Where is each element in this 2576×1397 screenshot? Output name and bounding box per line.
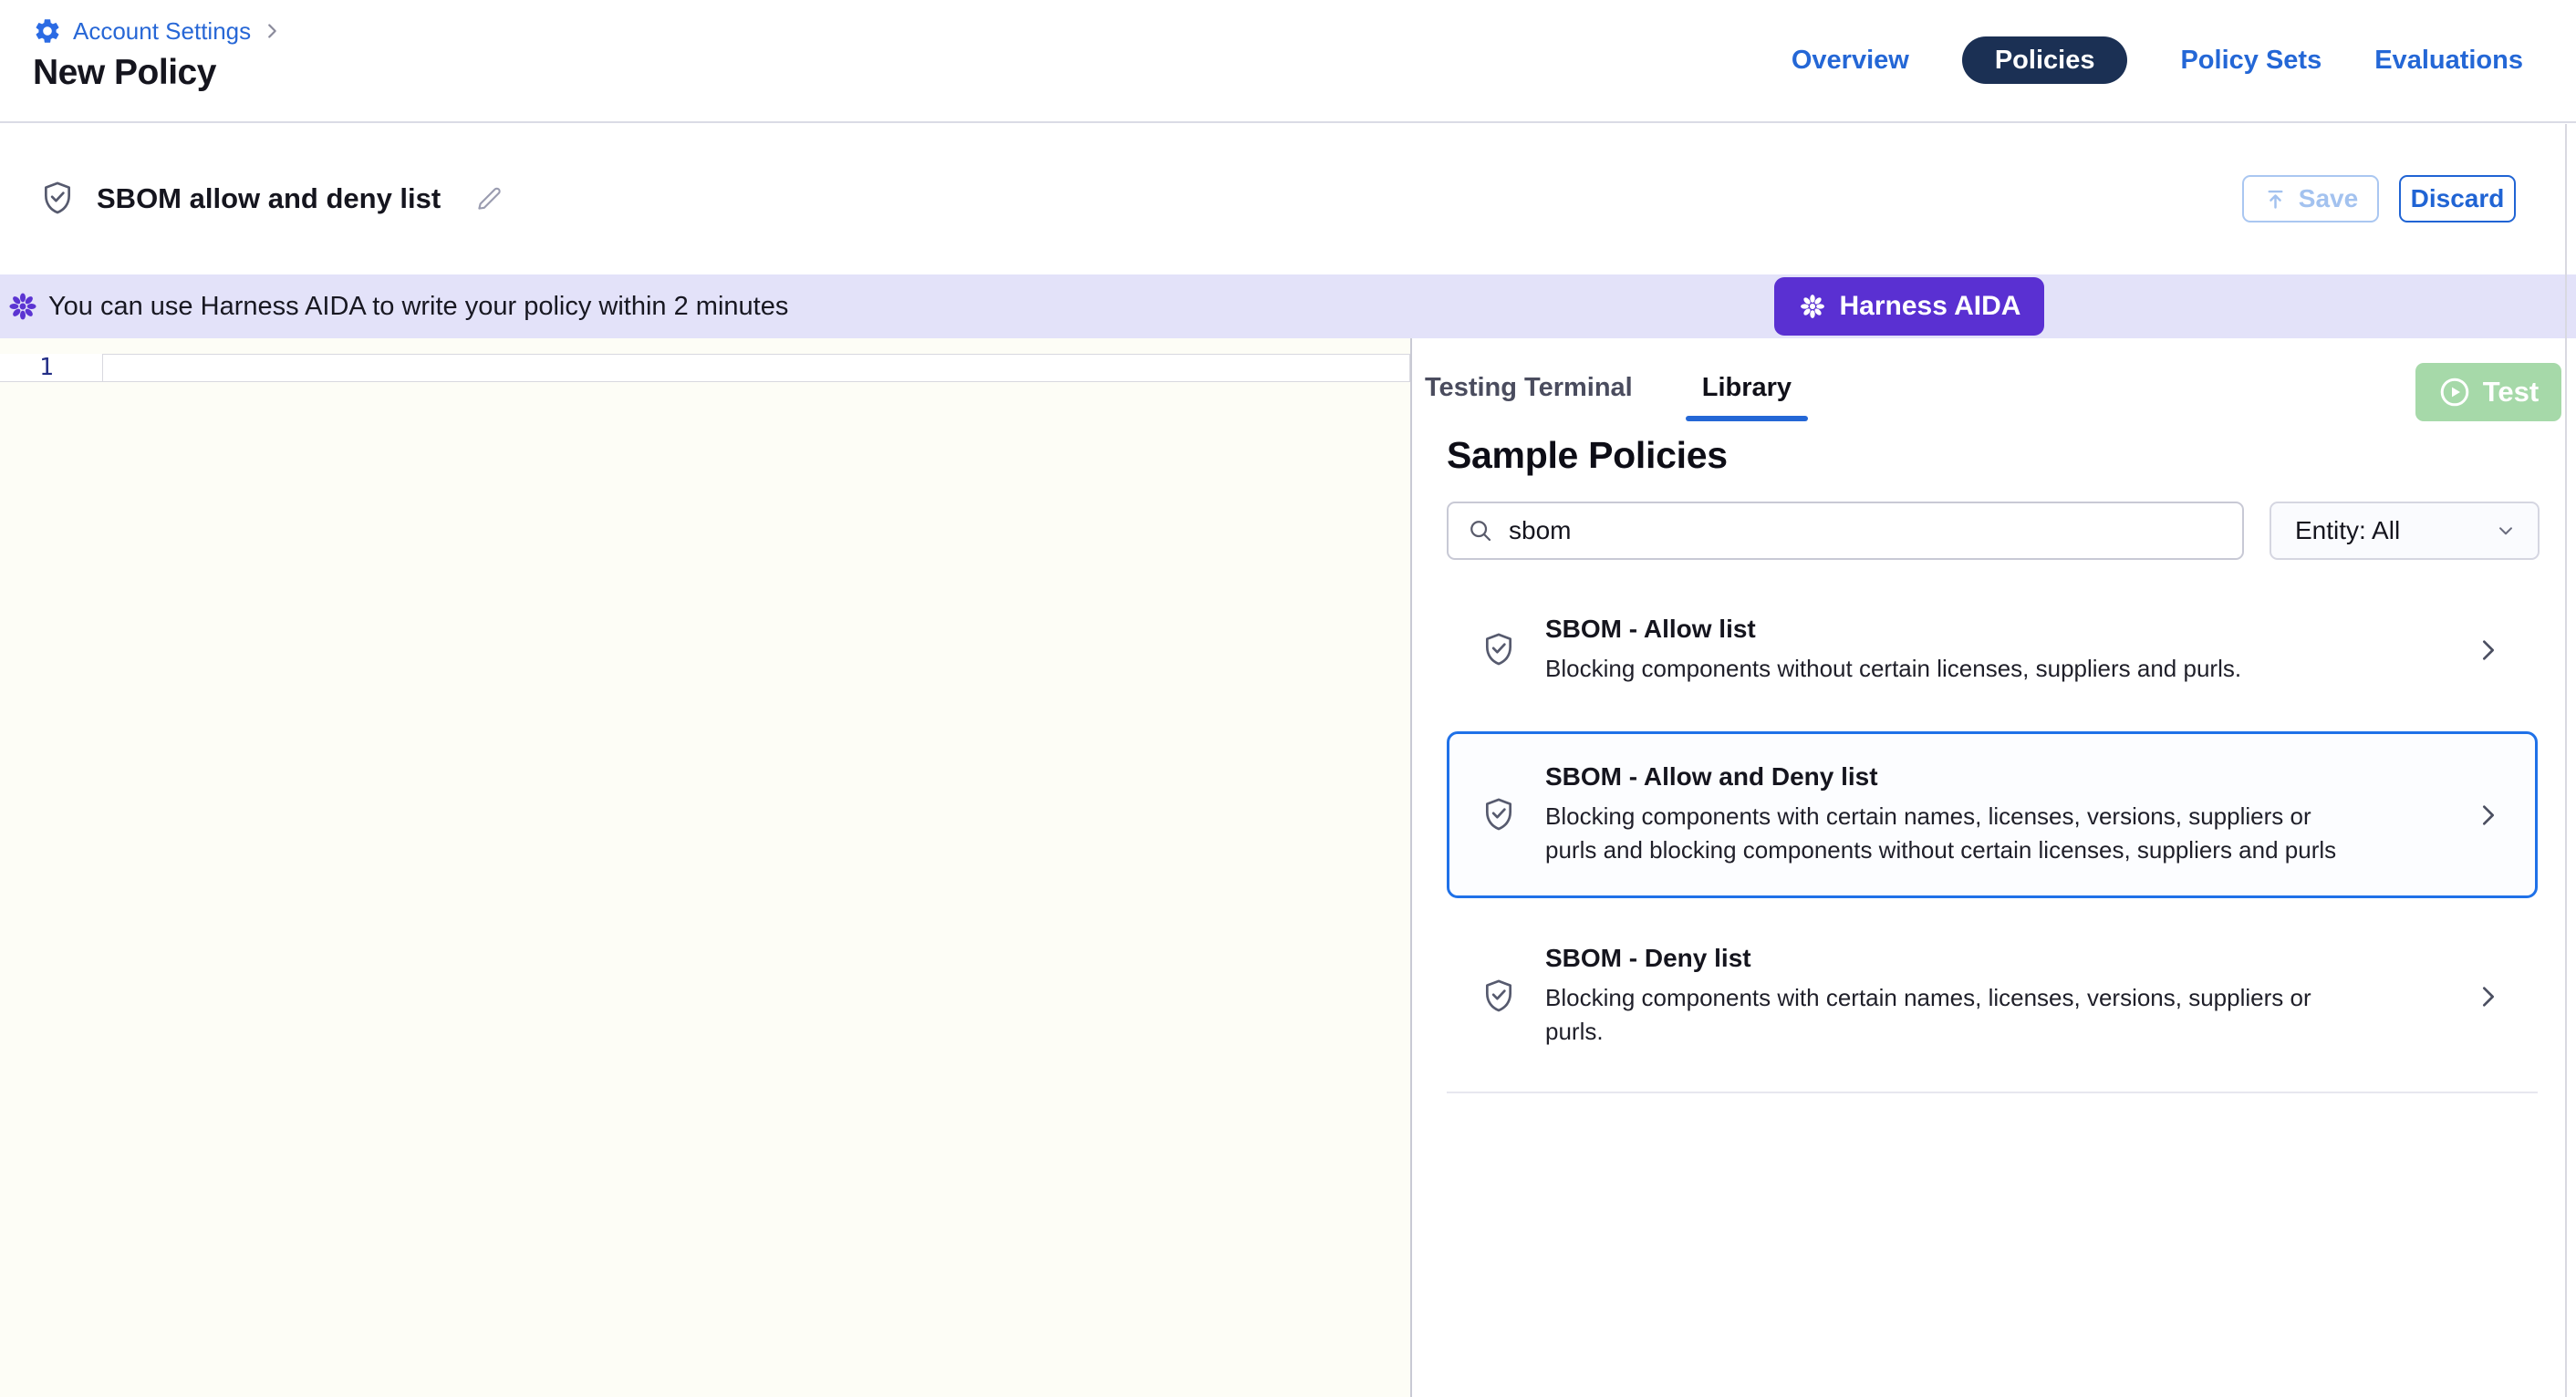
harness-aida-button-label: Harness AIDA: [1840, 291, 2021, 322]
aida-sparkle-icon-white: [1798, 292, 1827, 321]
aida-sparkle-icon: [6, 290, 39, 323]
chevron-right-icon[interactable]: [2476, 799, 2501, 832]
search-box[interactable]: [1447, 502, 2244, 560]
policy-card-text: SBOM - Allow and Deny list Blocking comp…: [1545, 762, 2457, 867]
page-header: Account Settings New Policy Overview Pol…: [0, 0, 2576, 123]
test-button-label: Test: [2483, 376, 2539, 409]
page-title: New Policy: [33, 53, 216, 93]
policy-name-group: SBOM allow and deny list: [40, 180, 504, 218]
policy-toolbar: SBOM allow and deny list Save Discard: [0, 123, 2576, 274]
discard-button-label: Discard: [2411, 184, 2505, 213]
tab-testing-terminal[interactable]: Testing Terminal: [1425, 373, 1633, 407]
search-icon: [1467, 517, 1494, 544]
tab-library[interactable]: Library: [1702, 373, 1792, 407]
policy-shield-icon: [40, 180, 75, 218]
policy-card-sbom-deny-list[interactable]: SBOM - Deny list Blocking components wit…: [1447, 927, 2538, 1065]
sample-policies-heading: Sample Policies: [1447, 434, 2576, 477]
nav-tab-policies[interactable]: Policies: [1962, 36, 2128, 84]
search-input[interactable]: [1509, 516, 2226, 545]
test-button[interactable]: Test: [2415, 363, 2561, 421]
editor-line-number: 1: [0, 354, 102, 382]
policy-list: SBOM - Allow list Blocking components wi…: [1447, 598, 2538, 1093]
toolbar-actions: Save Discard: [2242, 175, 2516, 222]
settings-gear-icon: [33, 16, 62, 46]
save-button[interactable]: Save: [2242, 175, 2379, 222]
policy-shield-icon: [1481, 796, 1516, 834]
top-nav: Overview Policies Policy Sets Evaluation…: [1792, 36, 2523, 84]
policy-card-text: SBOM - Allow list Blocking components wi…: [1545, 615, 2457, 686]
policy-card-description: Blocking components with certain names, …: [1545, 981, 2366, 1049]
entity-filter-dropdown[interactable]: Entity: All: [2270, 502, 2540, 560]
editor-line-1[interactable]: 1: [0, 354, 1410, 382]
edit-policy-name-icon[interactable]: [473, 183, 504, 214]
policy-card-sbom-allow-list[interactable]: SBOM - Allow list Blocking components wi…: [1447, 598, 2538, 702]
breadcrumb-chevron-icon: [262, 21, 282, 41]
policy-code-editor[interactable]: 1: [0, 338, 1412, 1397]
policy-card-description: Blocking components without certain lice…: [1545, 652, 2366, 686]
play-circle-icon: [2438, 376, 2471, 409]
main-content: 1 Testing Terminal Library Test Sample P…: [0, 338, 2576, 1397]
nav-tab-policy-sets[interactable]: Policy Sets: [2180, 46, 2322, 76]
panel-tabs: Testing Terminal Library: [1425, 373, 2576, 407]
list-divider: [1447, 1092, 2538, 1093]
save-upload-icon: [2263, 187, 2288, 212]
policy-shield-icon: [1481, 978, 1516, 1016]
chevron-right-icon[interactable]: [2476, 980, 2501, 1013]
harness-aida-button[interactable]: Harness AIDA: [1774, 277, 2044, 336]
save-button-label: Save: [2299, 184, 2358, 213]
entity-filter-value: Entity: All: [2295, 516, 2400, 545]
aida-banner: You can use Harness AIDA to write your p…: [0, 274, 2576, 338]
editor-current-line[interactable]: [102, 354, 1410, 382]
scrollbar-track[interactable]: [2565, 124, 2567, 1397]
policy-card-sbom-allow-and-deny-list[interactable]: SBOM - Allow and Deny list Blocking comp…: [1447, 731, 2538, 898]
policy-card-title: SBOM - Allow list: [1545, 615, 2457, 644]
aida-banner-message: You can use Harness AIDA to write your p…: [48, 292, 788, 322]
policy-card-title: SBOM - Deny list: [1545, 944, 2457, 973]
nav-tab-evaluations[interactable]: Evaluations: [2374, 46, 2523, 76]
chevron-down-icon: [2494, 519, 2518, 543]
policy-card-description: Blocking components with certain names, …: [1545, 800, 2366, 867]
policy-card-text: SBOM - Deny list Blocking components wit…: [1545, 944, 2457, 1049]
policy-name: SBOM allow and deny list: [97, 182, 441, 215]
breadcrumb: Account Settings: [33, 16, 282, 46]
discard-button[interactable]: Discard: [2399, 175, 2516, 222]
policy-card-title: SBOM - Allow and Deny list: [1545, 762, 2457, 792]
nav-tab-overview[interactable]: Overview: [1792, 46, 1909, 76]
page: Account Settings New Policy Overview Pol…: [0, 0, 2576, 1397]
chevron-right-icon[interactable]: [2476, 634, 2501, 667]
right-panel: Testing Terminal Library Test Sample Pol…: [1412, 338, 2576, 1397]
filters-row: Entity: All: [1447, 502, 2540, 560]
breadcrumb-link-account-settings[interactable]: Account Settings: [73, 17, 251, 46]
policy-shield-icon: [1481, 631, 1516, 669]
